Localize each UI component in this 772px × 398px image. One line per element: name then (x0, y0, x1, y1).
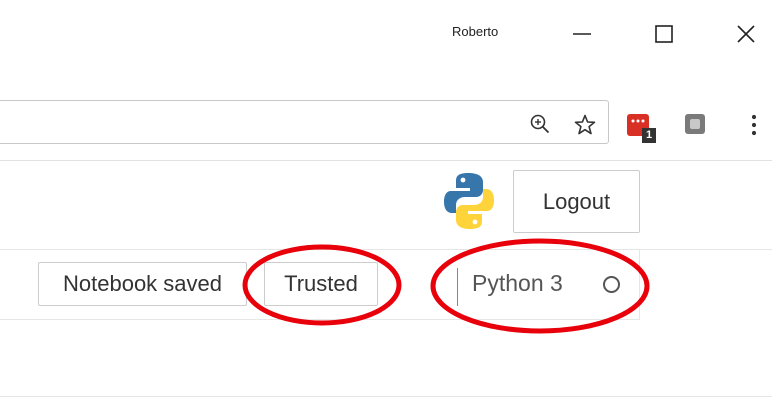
kernel-name[interactable]: Python 3 (472, 270, 563, 297)
zoom-in-icon (530, 114, 550, 134)
maximize-icon (655, 25, 673, 43)
bookmark-button[interactable] (572, 112, 598, 138)
close-icon (737, 25, 755, 43)
toolbar-divider (0, 160, 772, 161)
minimize-button[interactable] (562, 18, 602, 50)
notebook-saved-indicator: Notebook saved (38, 262, 247, 306)
vertical-dots-icon (751, 114, 757, 136)
python-logo-icon (444, 173, 494, 229)
extension-badge: 1 (646, 129, 653, 141)
extension-icon (685, 114, 705, 134)
extension-button-1[interactable]: 1 (626, 110, 662, 150)
extension-button-2[interactable] (683, 112, 707, 136)
address-bar[interactable] (0, 100, 609, 144)
kernel-idle-indicator-icon (603, 276, 620, 293)
profile-name[interactable]: Roberto (452, 24, 498, 39)
star-icon (574, 114, 596, 135)
browser-window: Roberto 1 Logout Notebook saved Trusted … (0, 0, 772, 398)
kernel-separator (457, 268, 458, 306)
maximize-button[interactable] (644, 18, 684, 50)
window-title-bar: Roberto (0, 0, 772, 70)
content-divider (0, 396, 772, 397)
browser-menu-button[interactable] (744, 112, 764, 138)
logout-button[interactable]: Logout (513, 170, 640, 233)
minimize-icon (573, 33, 591, 35)
browser-toolbar: 1 (0, 78, 772, 172)
python-logo (444, 172, 494, 230)
zoom-button[interactable] (528, 112, 552, 136)
close-window-button[interactable] (726, 18, 766, 50)
trusted-indicator[interactable]: Trusted (264, 262, 378, 306)
calendar-extension-icon (627, 114, 656, 143)
